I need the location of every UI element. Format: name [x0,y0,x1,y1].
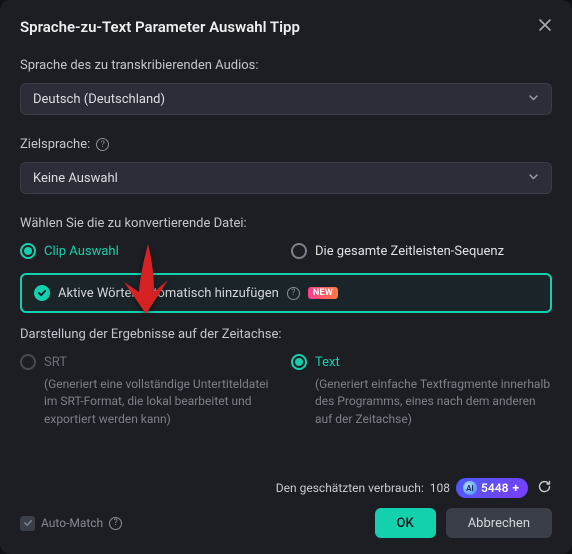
active-words-checkbox[interactable]: Aktive Wörter automatisch hinzufügen ? N… [20,273,552,313]
file-select-label: Wählen Sie die zu konvertierende Datei: [20,216,552,231]
help-icon[interactable]: ? [109,517,122,530]
source-language-select[interactable]: Deutsch (Deutschland) [20,83,552,115]
radio-icon [20,243,36,259]
speech-to-text-dialog: Sprache-zu-Text Parameter Auswahl Tipp S… [0,0,572,554]
auto-match-checkbox[interactable]: Auto-Match ? [20,516,122,531]
radio-timeline-sequence[interactable]: Die gesamte Zeitleisten-Sequenz [291,243,552,259]
target-language-label: Zielsprache: ? [20,137,552,152]
radio-timeline-label: Die gesamte Zeitleisten-Sequenz [315,244,504,259]
close-button[interactable] [538,18,552,36]
target-language-value: Keine Auswahl [33,171,118,186]
credits-value: 5448 [481,481,508,495]
credits-chip[interactable]: AI 5448 + [456,478,528,498]
ai-icon: AI [463,481,477,495]
dialog-title: Sprache-zu-Text Parameter Auswahl Tipp [20,18,300,36]
checkbox-icon [20,516,35,531]
close-icon [538,18,552,32]
radio-srt: SRT [20,354,281,370]
plus-icon: + [512,481,519,495]
target-language-select[interactable]: Keine Auswahl [20,162,552,194]
auto-match-label: Auto-Match [41,516,103,530]
help-icon[interactable]: ? [287,287,300,300]
checkmark-icon [34,285,50,301]
new-badge: NEW [308,287,338,299]
active-words-label: Aktive Wörter automatisch hinzufügen [58,286,279,301]
results-display-label: Darstellung der Ergebnisse auf der Zeita… [20,327,552,342]
refresh-icon [537,479,552,494]
radio-srt-label: SRT [44,355,67,370]
radio-icon [291,243,307,259]
chevron-down-icon [528,92,539,107]
chevron-down-icon [528,171,539,186]
radio-icon [291,354,307,370]
text-description: (Generiert einfache Textfragmente innerh… [291,376,552,428]
radio-clip-selection[interactable]: Clip Auswahl [20,243,281,259]
help-icon[interactable]: ? [96,138,109,151]
radio-clip-label: Clip Auswahl [44,244,119,259]
source-language-label: Sprache des zu transkribierenden Audios: [20,58,552,73]
cancel-button[interactable]: Abbrechen [446,508,552,538]
ok-button[interactable]: OK [375,508,436,538]
srt-description: (Generiert eine vollständige Untertiteld… [20,376,281,428]
radio-text[interactable]: Text [291,354,552,370]
usage-estimate: Den geschätzten verbrauch: 108 AI 5448 + [276,478,552,498]
usage-value: 108 [430,481,450,495]
source-language-value: Deutsch (Deutschland) [33,92,165,107]
refresh-button[interactable] [537,479,552,497]
radio-text-label: Text [315,355,340,370]
radio-icon [20,354,36,370]
